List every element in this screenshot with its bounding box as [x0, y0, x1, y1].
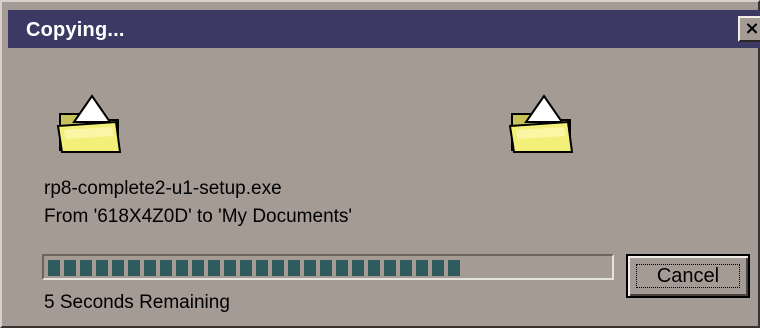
- cancel-button-label: Cancel: [656, 264, 720, 287]
- progress-segment: [352, 260, 364, 276]
- title-bar[interactable]: Copying... ×: [8, 10, 760, 48]
- progress-segment: [208, 260, 220, 276]
- dialog-title: Copying...: [26, 19, 125, 41]
- progress-fill: [48, 260, 460, 276]
- destination-folder-icon: [508, 94, 574, 153]
- progress-segment: [304, 260, 316, 276]
- progress-segment: [48, 260, 60, 276]
- progress-bar: [42, 254, 614, 280]
- progress-segment: [320, 260, 332, 276]
- progress-segment: [192, 260, 204, 276]
- progress-segment: [176, 260, 188, 276]
- time-remaining: 5 Seconds Remaining: [44, 292, 230, 313]
- file-name: rp8-complete2-u1-setup.exe: [44, 178, 282, 199]
- progress-segment: [384, 260, 396, 276]
- progress-segment: [368, 260, 380, 276]
- progress-segment: [400, 260, 412, 276]
- progress-segment: [416, 260, 428, 276]
- progress-segment: [240, 260, 252, 276]
- progress-segment: [112, 260, 124, 276]
- close-icon: ×: [744, 18, 760, 39]
- progress-segment: [272, 260, 284, 276]
- close-button[interactable]: ×: [738, 16, 760, 42]
- progress-segment: [448, 260, 460, 276]
- progress-segment: [288, 260, 300, 276]
- progress-segment: [144, 260, 156, 276]
- progress-segment: [96, 260, 108, 276]
- progress-segment: [128, 260, 140, 276]
- source-destination-text: From '618X4Z0D' to 'My Documents': [44, 206, 353, 227]
- progress-segment: [336, 260, 348, 276]
- progress-segment: [64, 260, 76, 276]
- progress-segment: [224, 260, 236, 276]
- progress-segment: [256, 260, 268, 276]
- source-folder-icon: [56, 94, 122, 153]
- progress-segment: [160, 260, 172, 276]
- copying-dialog: Copying... × rp8-complete2-u1-setup.exe …: [0, 0, 760, 328]
- progress-segment: [432, 260, 444, 276]
- cancel-button[interactable]: Cancel: [626, 254, 750, 298]
- progress-segment: [80, 260, 92, 276]
